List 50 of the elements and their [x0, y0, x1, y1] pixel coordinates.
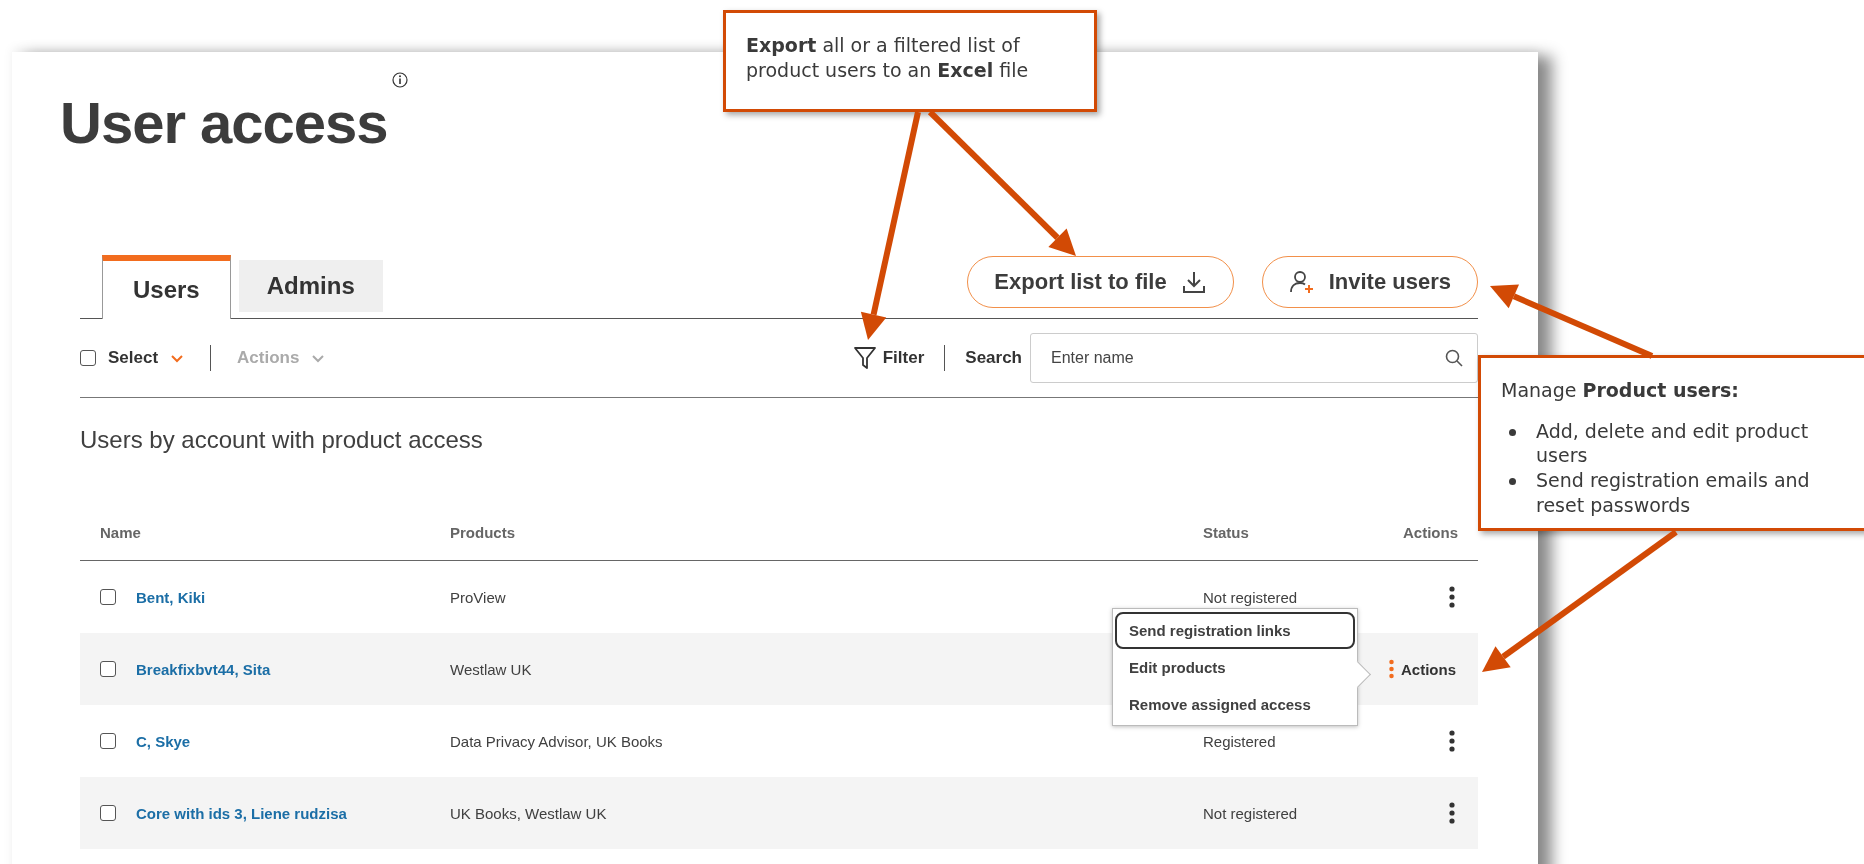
info-icon[interactable]: [391, 72, 408, 88]
products-cell: Westlaw UK: [450, 660, 532, 678]
more-icon[interactable]: [1448, 585, 1456, 609]
search-label: Search: [965, 348, 1022, 368]
tab[interactable]: Admins: [238, 260, 383, 312]
products-cell: ProView: [450, 588, 506, 606]
callout-heading: Manage Product users:: [1501, 379, 1739, 401]
callout-bullet: Send registration emails and reset passwords: [1536, 468, 1811, 518]
download-icon: [1180, 269, 1207, 295]
column-header: Name: [99, 524, 142, 541]
user-name-link[interactable]: C, Skye: [136, 732, 191, 750]
user-name-link[interactable]: Breakfixbvt44, Sita: [136, 660, 271, 678]
status-cell: Registered: [1203, 732, 1276, 750]
more-icon[interactable]: [1448, 729, 1456, 753]
table-caption: Users by account with product access: [80, 426, 484, 454]
row-checkbox[interactable]: [100, 805, 116, 821]
actions-menu-button[interactable]: Actions: [1401, 660, 1456, 678]
menu-item[interactable]: Remove assigned access: [1115, 686, 1355, 723]
select-all-checkbox[interactable]: [80, 350, 96, 366]
bullet-icon: [1509, 478, 1516, 486]
page-title: User access: [60, 94, 388, 152]
tab[interactable]: Users: [102, 255, 231, 319]
more-icon[interactable]: [1448, 801, 1456, 825]
callout-text: Export all or a filtered list of product users to an Excel file: [746, 34, 1029, 81]
user-name-link[interactable]: Bent, Kiki: [136, 588, 206, 606]
search-field[interactable]: Enter name: [1030, 333, 1478, 383]
select-label[interactable]: Select: [108, 348, 159, 368]
chevron-icon: [311, 353, 326, 363]
filter-icon[interactable]: [852, 345, 877, 371]
bullet-icon: [1509, 428, 1516, 436]
user-name-link[interactable]: Core with ids 3, Liene rudzisa: [136, 804, 347, 822]
status-cell: Not registered: [1203, 804, 1298, 822]
menu-item[interactable]: Send registration links: [1115, 612, 1355, 649]
row-checkbox[interactable]: [100, 661, 116, 677]
products-cell: UK Books, Westlaw UK: [450, 804, 607, 822]
column-header: Status: [1203, 524, 1250, 541]
row-checkbox[interactable]: [100, 733, 116, 749]
add-user-icon: [1288, 269, 1315, 295]
chevron-icon: [170, 353, 185, 363]
row-checkbox[interactable]: [100, 589, 116, 605]
column-header: Actions: [1402, 524, 1459, 541]
column-header: Products: [450, 524, 516, 541]
callout-bullet: Add, delete and edit product users: [1536, 418, 1810, 469]
search-icon[interactable]: [1444, 348, 1464, 368]
filter-label[interactable]: Filter: [882, 348, 925, 368]
export-button[interactable]: Export list to file: [967, 256, 1234, 308]
invite-users-button[interactable]: Invite users: [1261, 256, 1478, 308]
menu-item[interactable]: Edit products: [1115, 649, 1355, 686]
status-cell: Not registered: [1203, 588, 1298, 606]
products-cell: Data Privacy Advisor, UK Books: [450, 732, 663, 750]
